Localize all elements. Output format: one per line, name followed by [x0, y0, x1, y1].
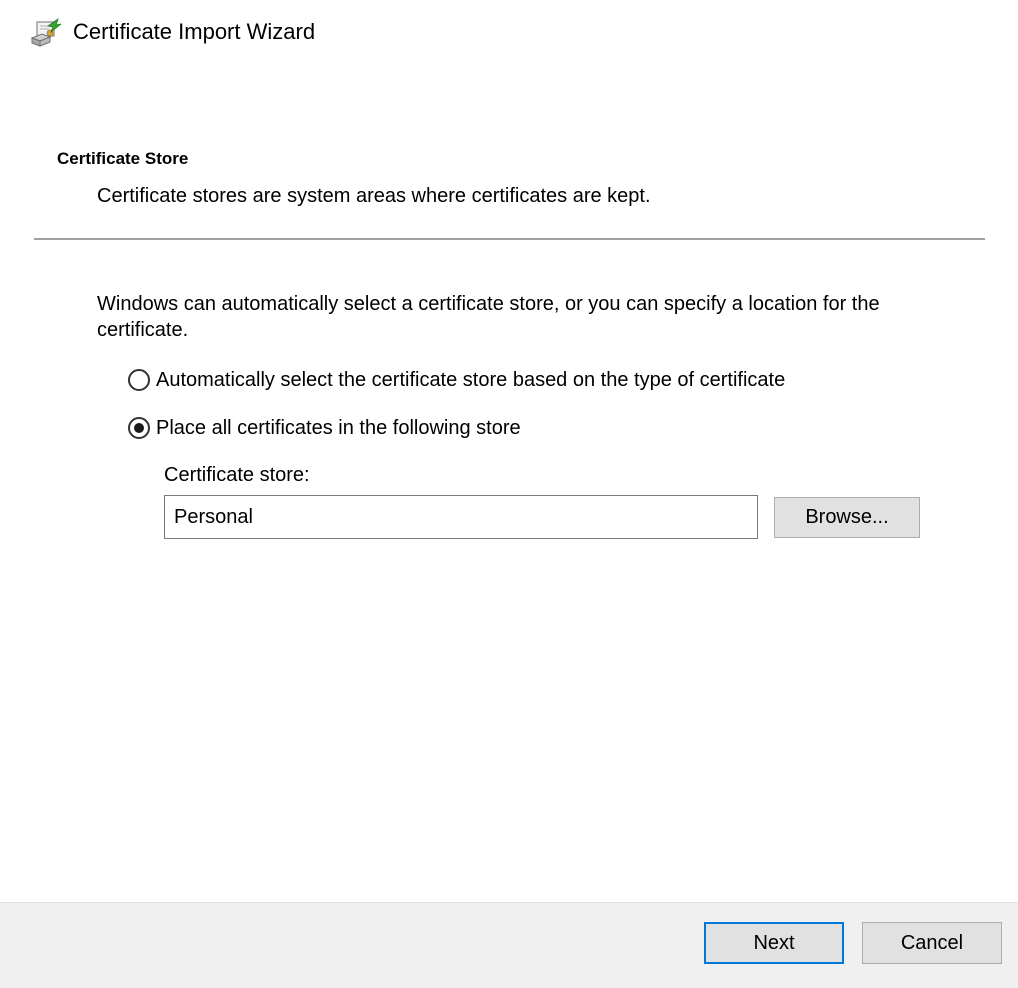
title-bar: Certificate Import Wizard	[0, 0, 1018, 64]
page-description: Certificate stores are system areas wher…	[97, 185, 651, 207]
certificate-store-field[interactable]	[164, 495, 758, 539]
next-button[interactable]: Next	[704, 922, 844, 964]
place-in-store-label[interactable]: Place all certificates in the following …	[156, 415, 521, 441]
radio-checked-icon[interactable]	[128, 417, 150, 439]
header-divider	[34, 238, 985, 240]
place-in-store-radio[interactable]: Place all certificates in the following …	[128, 414, 521, 442]
cancel-button[interactable]: Cancel	[862, 922, 1002, 964]
radio-unchecked-icon[interactable]	[128, 369, 150, 391]
certificate-import-wizard-dialog: Certificate Import Wizard Certificate St…	[0, 0, 1018, 988]
certificate-store-label: Certificate store:	[164, 464, 310, 486]
certificate-wizard-icon	[30, 16, 64, 50]
auto-select-store-radio[interactable]: Automatically select the certificate sto…	[128, 366, 785, 394]
intro-text: Windows can automatically select a certi…	[97, 293, 880, 341]
browse-button[interactable]: Browse...	[774, 497, 920, 538]
auto-select-store-label[interactable]: Automatically select the certificate sto…	[156, 367, 785, 393]
page-heading: Certificate Store	[57, 149, 189, 168]
window-title: Certificate Import Wizard	[73, 19, 316, 44]
